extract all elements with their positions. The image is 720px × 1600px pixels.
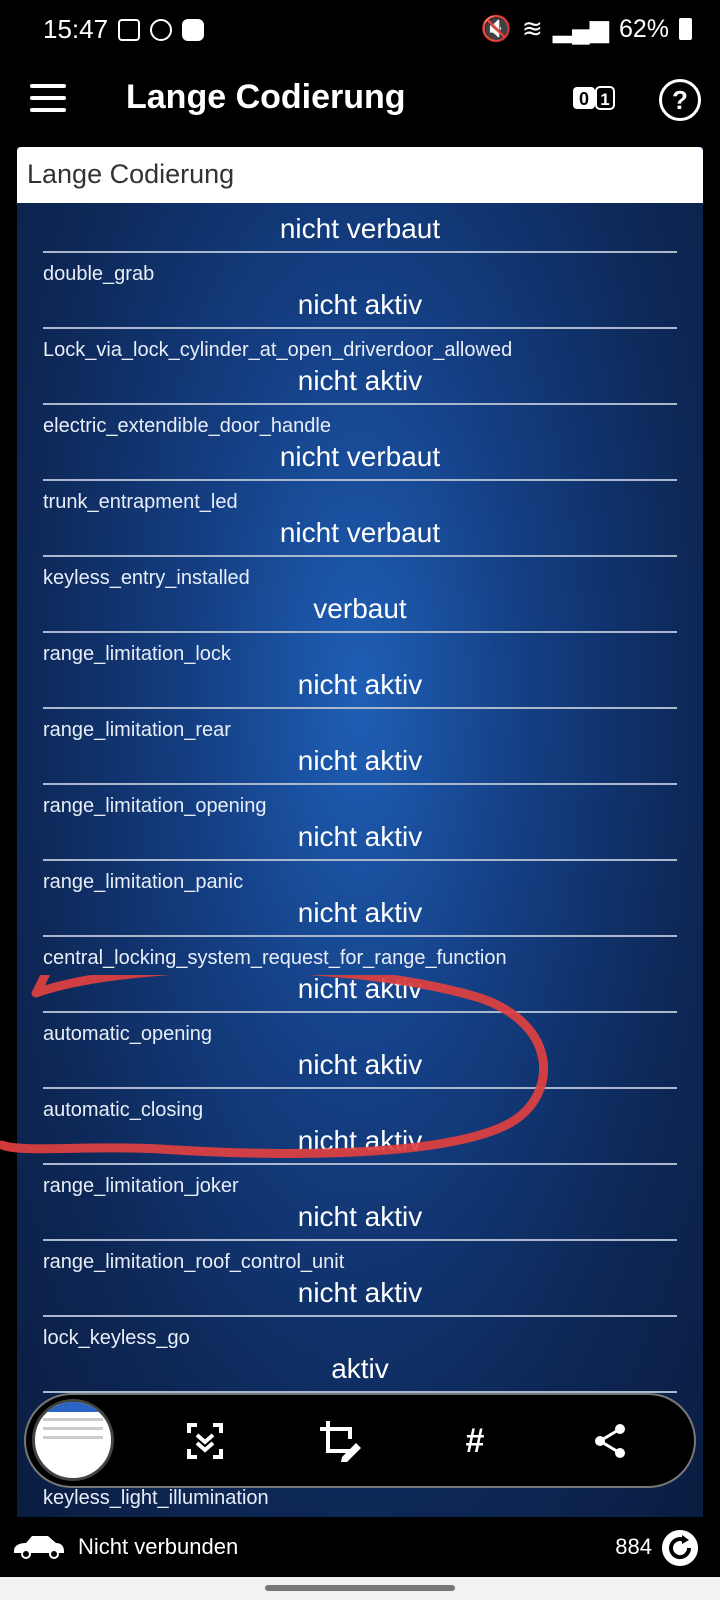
list-item-label: range_limitation_lock	[43, 643, 231, 665]
list-item[interactable]: lock_keyless_go aktiv	[43, 1317, 677, 1393]
list-item-label: range_limitation_panic	[43, 871, 244, 893]
list-item-label: double_grab	[43, 263, 155, 285]
list-item[interactable]: keyless_entry_installed verbaut	[43, 557, 677, 633]
list-item-label: Lock_via_lock_cylinder_at_open_driverdoo…	[43, 339, 513, 361]
list-item-label: trunk_entrapment_led	[43, 491, 238, 513]
list-item-label: range_limitation_roof_control_unit	[43, 1251, 345, 1273]
list-item[interactable]: range_limitation_roof_control_unit nicht…	[43, 1241, 677, 1317]
wifi-icon: ≋	[521, 15, 543, 43]
list-item-label: automatic_closing	[43, 1099, 204, 1121]
status-bar: 15:47 🔇 ≋ ▂▄▆ 62%	[0, 0, 720, 60]
help-icon[interactable]: ?	[659, 79, 701, 121]
list-item-value: nicht aktiv	[297, 745, 423, 776]
list-item-value: nicht aktiv	[297, 1201, 423, 1232]
list-item[interactable]: nicht verbaut	[43, 203, 677, 253]
list-item[interactable]: range_limitation_rear nicht aktiv	[43, 709, 677, 785]
car-icon	[14, 1536, 64, 1559]
list-item-value: nicht aktiv	[297, 289, 423, 320]
refresh-icon[interactable]	[662, 1530, 698, 1566]
hashtag-icon[interactable]: #	[451, 1417, 499, 1465]
list-item-value: nicht aktiv	[297, 1125, 423, 1156]
list-item[interactable]: range_limitation_opening nicht aktiv	[43, 785, 677, 861]
whatsapp-icon	[150, 19, 172, 41]
list-item-value: verbaut	[313, 593, 407, 624]
list-item[interactable]: range_limitation_panic nicht aktiv	[43, 861, 677, 937]
list-item-label: keyless_light_illumination	[43, 1487, 269, 1509]
coding-list: nicht verbaut double_grab nicht aktiv Lo…	[43, 203, 677, 1393]
list-item-label: range_limitation_opening	[43, 795, 267, 817]
coding-panel: Lange Codierung nicht verbaut double_gra…	[17, 147, 703, 1517]
list-item-value: nicht aktiv	[297, 973, 423, 1004]
list-item[interactable]: automatic_closing nicht aktiv	[43, 1089, 677, 1165]
list-item-label: lock_keyless_go	[43, 1327, 190, 1349]
scroll-capture-icon[interactable]	[181, 1417, 229, 1465]
list-item-value: nicht aktiv	[297, 821, 423, 852]
list-item-label: automatic_opening	[43, 1023, 213, 1045]
list-item[interactable]: range_limitation_lock nicht aktiv	[43, 633, 677, 709]
counter-value: 884	[615, 1534, 652, 1559]
connection-status-bar: Nicht verbunden 884	[0, 1517, 720, 1577]
coding-mode-icon[interactable]: 0 1	[572, 84, 616, 112]
list-item-value: nicht verbaut	[279, 517, 441, 548]
share-icon[interactable]	[586, 1417, 634, 1465]
list-item[interactable]: central_locking_system_request_for_range…	[43, 937, 677, 1013]
list-item-label: keyless_entry_installed	[43, 567, 250, 589]
list-item[interactable]: Lock_via_lock_cylinder_at_open_driverdoo…	[43, 329, 677, 405]
page-title: Lange Codierung	[126, 78, 406, 116]
screenshot-toolbar: #	[24, 1393, 696, 1488]
list-item-label: central_locking_system_request_for_range…	[43, 947, 507, 969]
filter-input[interactable]: Lange Codierung	[17, 147, 703, 203]
screenshot-thumbnail[interactable]	[32, 1399, 114, 1481]
list-item[interactable]: range_limitation_joker nicht aktiv	[43, 1165, 677, 1241]
list-item-value: nicht aktiv	[297, 1277, 423, 1308]
system-status: 🔇 ≋ ▂▄▆ 62%	[481, 14, 692, 44]
list-item-value: nicht aktiv	[297, 1049, 423, 1080]
svg-text:1: 1	[600, 90, 609, 109]
crop-edit-icon[interactable]	[316, 1417, 364, 1465]
list-item[interactable]: double_grab nicht aktiv	[43, 253, 677, 329]
app-bar: Lange Codierung 0 1 ?	[0, 60, 720, 144]
list-item-value: nicht aktiv	[297, 365, 423, 396]
signal-icon: ▂▄▆	[552, 15, 609, 43]
list-item-label: range_limitation_joker	[43, 1175, 239, 1197]
battery-icon	[679, 18, 692, 40]
list-item-label: range_limitation_rear	[43, 719, 231, 741]
youtube-icon	[182, 19, 204, 41]
list-item-label: electric_extendible_door_handle	[43, 415, 331, 437]
list-item-value: nicht aktiv	[297, 897, 423, 928]
mute-icon: 🔇	[480, 14, 512, 43]
home-gesture-handle[interactable]	[265, 1585, 455, 1591]
svg-text:0: 0	[579, 89, 589, 109]
gallery-icon	[118, 19, 140, 41]
status-time: 15:47	[43, 14, 109, 44]
list-item[interactable]: automatic_opening nicht aktiv	[43, 1013, 677, 1089]
list-item-value: nicht verbaut	[279, 213, 441, 244]
list-item[interactable]: electric_extendible_door_handle nicht ve…	[43, 405, 677, 481]
menu-icon[interactable]	[30, 84, 66, 112]
notification-icons	[118, 14, 204, 46]
list-item-value: nicht aktiv	[297, 669, 423, 700]
list-item[interactable]: trunk_entrapment_led nicht verbaut	[43, 481, 677, 557]
list-item-value: nicht verbaut	[279, 441, 441, 472]
list-item-value: aktiv	[331, 1353, 389, 1384]
navigation-bar	[0, 1577, 720, 1600]
battery-percent: 62%	[618, 14, 669, 43]
connection-status: Nicht verbunden	[78, 1534, 239, 1559]
